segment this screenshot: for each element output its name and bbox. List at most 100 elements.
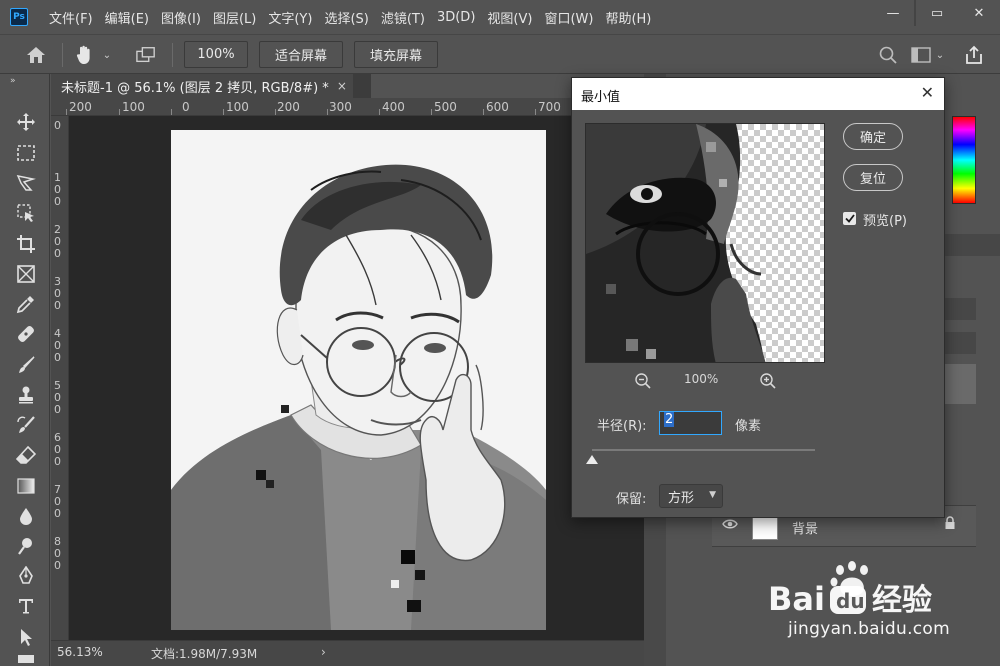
preview-image <box>586 124 766 362</box>
svg-text:du: du <box>836 589 865 613</box>
preview-checkbox[interactable] <box>843 212 856 225</box>
menu-window[interactable]: 窗口(W) <box>539 8 598 27</box>
ruler-tick-label: 500 <box>434 100 457 114</box>
blur-tool-icon[interactable] <box>14 504 38 528</box>
pen-tool-icon[interactable] <box>14 564 38 588</box>
history-brush-tool-icon[interactable] <box>14 413 38 437</box>
lock-icon[interactable] <box>944 516 956 534</box>
ruler-tick-label: 100 <box>122 100 145 114</box>
type-tool-icon[interactable] <box>14 594 38 618</box>
layer-row-highlight[interactable] <box>944 364 976 404</box>
search-icon[interactable] <box>878 45 898 65</box>
eraser-tool-icon[interactable] <box>14 443 38 467</box>
crop-tool-icon[interactable] <box>14 232 38 256</box>
ruler-tick-label: 700 <box>538 100 561 114</box>
menu-help[interactable]: 帮助(H) <box>600 8 656 27</box>
minimize-button[interactable]: — <box>872 0 914 26</box>
menu-type[interactable]: 文字(Y) <box>263 8 317 27</box>
reset-button[interactable]: 复位 <box>843 164 903 191</box>
ruler-horizontal[interactable]: 200 100 0 100 200 300 400 500 600 700 <box>51 98 571 116</box>
chevron-down-icon[interactable]: ⌄ <box>934 45 946 65</box>
zoom-level-field[interactable]: 56.13% <box>57 645 103 659</box>
zoom-out-icon[interactable] <box>634 372 652 394</box>
hand-tool-icon[interactable] <box>74 45 94 65</box>
sketch-portrait-image <box>171 130 546 630</box>
window-controls: — ▭ ✕ <box>872 0 1000 26</box>
preview-label[interactable]: 预览(P) <box>863 210 907 229</box>
marquee-tool-icon[interactable] <box>14 141 38 165</box>
tools-panel: » <box>0 74 50 666</box>
eyedropper-tool-icon[interactable] <box>14 292 38 316</box>
filter-preview[interactable] <box>585 123 825 363</box>
chevron-down-icon[interactable]: ⌄ <box>101 45 113 65</box>
panel-tab-strip <box>944 234 1000 256</box>
radius-slider-track[interactable] <box>592 449 815 451</box>
path-selection-tool-icon[interactable] <box>14 625 38 649</box>
ruler-tick-label: 200 <box>69 100 92 114</box>
object-selection-tool-icon[interactable] <box>14 201 38 225</box>
healing-brush-tool-icon[interactable] <box>14 322 38 346</box>
ok-button[interactable]: 确定 <box>843 123 903 150</box>
radius-input-value: 2 <box>664 412 675 427</box>
visibility-eye-icon[interactable] <box>722 518 738 534</box>
menu-edit[interactable]: 编辑(E) <box>100 8 154 27</box>
preview-zoom-percent: 100% <box>684 372 719 386</box>
watermark-url: jingyan.baidu.com <box>788 619 950 639</box>
menu-layer[interactable]: 图层(L) <box>208 8 261 27</box>
clone-stamp-tool-icon[interactable] <box>14 383 38 407</box>
radius-slider-thumb[interactable] <box>586 455 598 464</box>
dialog-title: 最小值 <box>581 90 621 105</box>
minimum-filter-dialog: 最小值 ✕ 确定 复位 预览(P) 100% 半径(R): 2 像素 保留: 方… <box>571 77 945 518</box>
fit-screen-button[interactable]: 适合屏幕 <box>259 41 343 68</box>
dialog-titlebar[interactable]: 最小值 ✕ <box>572 78 944 110</box>
zoom-100-button[interactable]: 100% <box>184 41 248 68</box>
restore-button[interactable]: ▭ <box>916 0 958 26</box>
rectangle-tool-icon[interactable] <box>14 652 38 664</box>
document-canvas[interactable] <box>171 130 546 630</box>
move-tool-icon[interactable] <box>14 110 38 134</box>
brush-tool-icon[interactable] <box>14 353 38 377</box>
zoom-in-icon[interactable] <box>759 372 777 394</box>
options-bar: ⌄ 100% 适合屏幕 填充屏幕 ⌄ <box>0 34 1000 74</box>
preserve-label: 保留: <box>616 492 647 507</box>
menu-view[interactable]: 视图(V) <box>482 8 537 27</box>
radius-input[interactable]: 2 <box>659 411 722 435</box>
fill-field[interactable] <box>944 332 976 354</box>
menu-select[interactable]: 选择(S) <box>319 8 373 27</box>
menu-3d[interactable]: 3D(D) <box>432 10 480 25</box>
ruler-tick-label: 300 <box>329 100 352 114</box>
status-menu-arrow-icon[interactable]: › <box>321 645 326 659</box>
dialog-close-icon[interactable]: ✕ <box>921 83 934 102</box>
lasso-tool-icon[interactable] <box>14 171 38 195</box>
ruler-vertical[interactable]: 0100200300400500600700800 <box>51 116 69 640</box>
layer-name[interactable]: 背景 <box>792 518 818 537</box>
opacity-field[interactable] <box>944 298 976 320</box>
svg-text:Bai: Bai <box>768 580 825 618</box>
expand-panel-icon[interactable]: » <box>10 76 16 86</box>
options-separator <box>62 43 63 67</box>
frame-tool-icon[interactable] <box>14 262 38 286</box>
home-icon[interactable] <box>26 45 46 65</box>
color-spectrum-swatch[interactable] <box>952 116 976 204</box>
fill-screen-button[interactable]: 填充屏幕 <box>354 41 438 68</box>
share-icon[interactable] <box>964 45 984 65</box>
close-tab-icon[interactable]: × <box>337 79 347 93</box>
scroll-all-windows-icon[interactable] <box>136 45 156 65</box>
gradient-tool-icon[interactable] <box>14 474 38 498</box>
ruler-tick-label: 0 <box>182 100 190 114</box>
chevron-down-icon: ▼ <box>709 490 716 500</box>
close-window-button[interactable]: ✕ <box>958 0 1000 26</box>
workspace-icon[interactable] <box>911 45 931 65</box>
document-tab-title: 未标题-1 @ 56.1% (图层 2 拷贝, RGB/8#) * <box>61 80 329 96</box>
menu-bar: Ps 文件(F) 编辑(E) 图像(I) 图层(L) 文字(Y) 选择(S) 滤… <box>0 0 1000 34</box>
preserve-select[interactable]: 方形 ▼ <box>659 484 723 508</box>
menu-image[interactable]: 图像(I) <box>156 8 206 27</box>
radius-unit-label: 像素 <box>735 419 762 434</box>
menu-file[interactable]: 文件(F) <box>44 8 98 27</box>
status-bar: 56.13% 文档:1.98M/7.93M › <box>51 640 644 666</box>
menu-filter[interactable]: 滤镜(T) <box>376 8 430 27</box>
svg-text:经验: 经验 <box>872 583 932 618</box>
document-tab[interactable]: 未标题-1 @ 56.1% (图层 2 拷贝, RGB/8#) * × <box>51 74 353 98</box>
dodge-tool-icon[interactable] <box>14 534 38 558</box>
options-separator <box>172 43 173 67</box>
